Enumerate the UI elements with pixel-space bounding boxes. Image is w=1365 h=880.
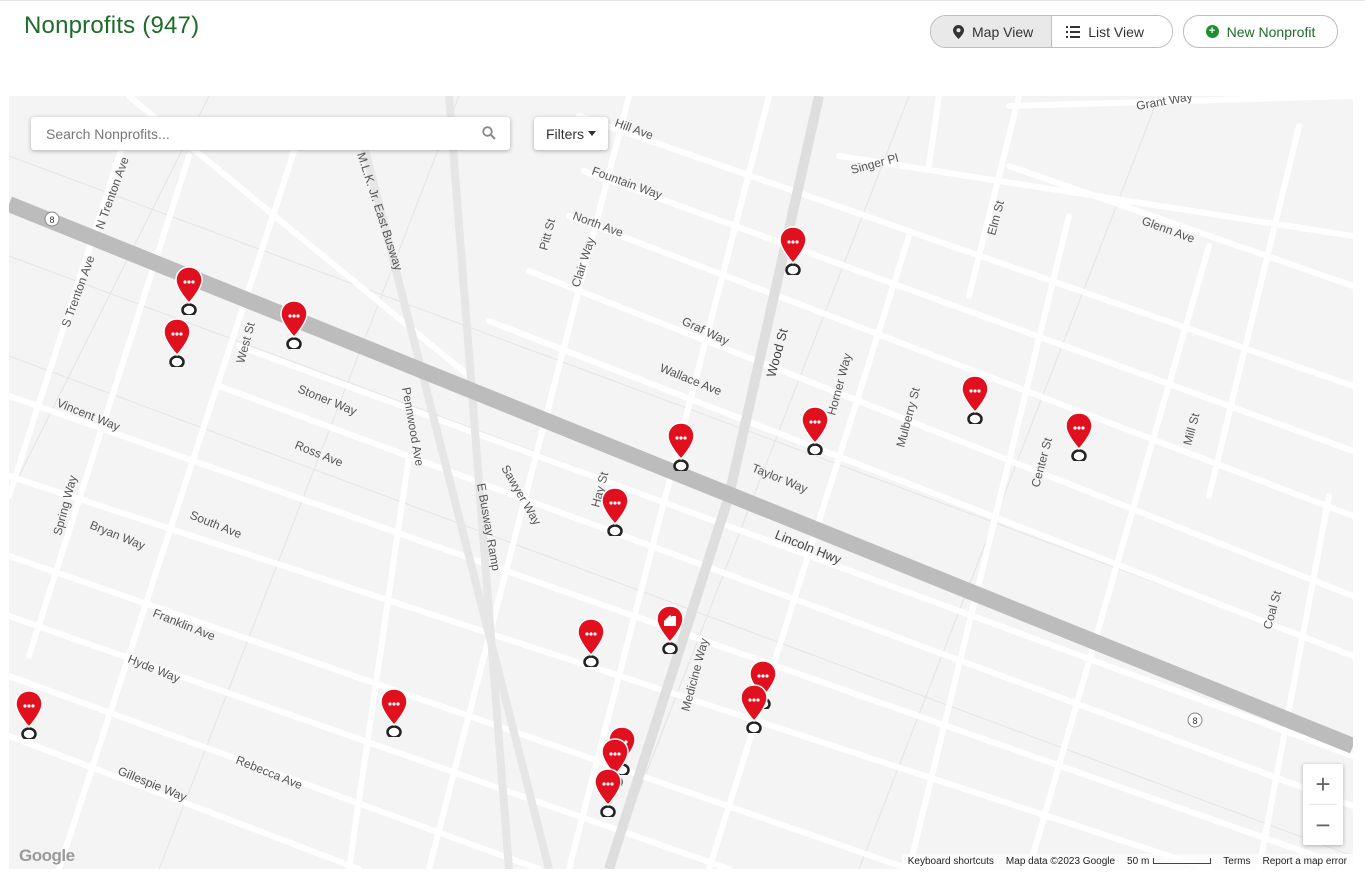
list-icon	[1066, 25, 1081, 38]
new-nonprofit-button[interactable]: + New Nonprofit	[1183, 15, 1338, 48]
caret-down-icon	[588, 131, 597, 136]
nonprofit-marker[interactable]	[576, 617, 606, 669]
map[interactable]: 8 8 Hill Ave Fountain Way North Ave Graf…	[9, 96, 1353, 869]
zoom-control: + −	[1303, 764, 1343, 845]
nonprofit-marker[interactable]	[778, 225, 808, 277]
nonprofit-marker[interactable]	[800, 405, 830, 457]
scale-label: 50 m	[1127, 856, 1150, 867]
view-toggle: Map View List View	[930, 15, 1173, 48]
nonprofit-marker[interactable]	[1064, 411, 1094, 463]
nonprofit-marker[interactable]	[960, 374, 990, 426]
route-shield-icon: 8	[44, 211, 60, 227]
nonprofit-marker[interactable]	[174, 265, 204, 317]
filters-label: Filters	[545, 125, 585, 142]
search-input[interactable]	[31, 117, 466, 150]
svg-text:8: 8	[1192, 716, 1197, 726]
new-nonprofit-label: New Nonprofit	[1226, 23, 1316, 40]
map-base: 8 8 Hill Ave Fountain Way North Ave Graf…	[9, 96, 1353, 869]
top-divider	[0, 0, 1365, 1]
nonprofit-marker[interactable]	[593, 767, 623, 819]
nonprofit-marker[interactable]	[600, 486, 630, 538]
nonprofit-marker-building[interactable]	[655, 604, 685, 656]
scale-indicator[interactable]: 50 m	[1127, 856, 1212, 867]
list-view-label: List View	[1088, 23, 1144, 40]
list-view-button[interactable]: List View	[1051, 16, 1172, 47]
route-shield-icon: 8	[1187, 712, 1203, 728]
map-data-text: Map data ©2023 Google	[1005, 856, 1116, 867]
svg-text:8: 8	[49, 215, 54, 225]
plus-circle-icon: +	[1205, 25, 1219, 38]
terms-link[interactable]: Terms	[1223, 856, 1250, 867]
map-pin-icon	[953, 24, 964, 39]
filters-button[interactable]: Filters	[534, 117, 608, 150]
zoom-out-button[interactable]: −	[1303, 805, 1343, 845]
nonprofit-marker[interactable]	[666, 421, 696, 473]
nonprofit-marker[interactable]	[379, 687, 409, 739]
map-view-button[interactable]: Map View	[931, 16, 1052, 47]
nonprofit-marker[interactable]	[162, 317, 192, 369]
scale-bar	[1153, 858, 1212, 865]
nonprofit-marker[interactable]	[739, 683, 769, 735]
keyboard-shortcuts-link[interactable]: Keyboard shortcuts	[908, 856, 994, 867]
nonprofit-marker[interactable]	[14, 689, 44, 741]
google-logo: Google	[19, 846, 75, 865]
report-error-link[interactable]: Report a map error	[1263, 856, 1347, 867]
nonprofit-marker[interactable]	[279, 299, 309, 351]
map-view-label: Map View	[972, 23, 1034, 40]
zoom-in-button[interactable]: +	[1303, 764, 1343, 804]
search-icon[interactable]	[482, 126, 496, 140]
search-box	[31, 117, 510, 150]
page-title: Nonprofits (947)	[24, 12, 200, 39]
map-attribution: Keyboard shortcuts Map data ©2023 Google…	[901, 854, 1353, 869]
